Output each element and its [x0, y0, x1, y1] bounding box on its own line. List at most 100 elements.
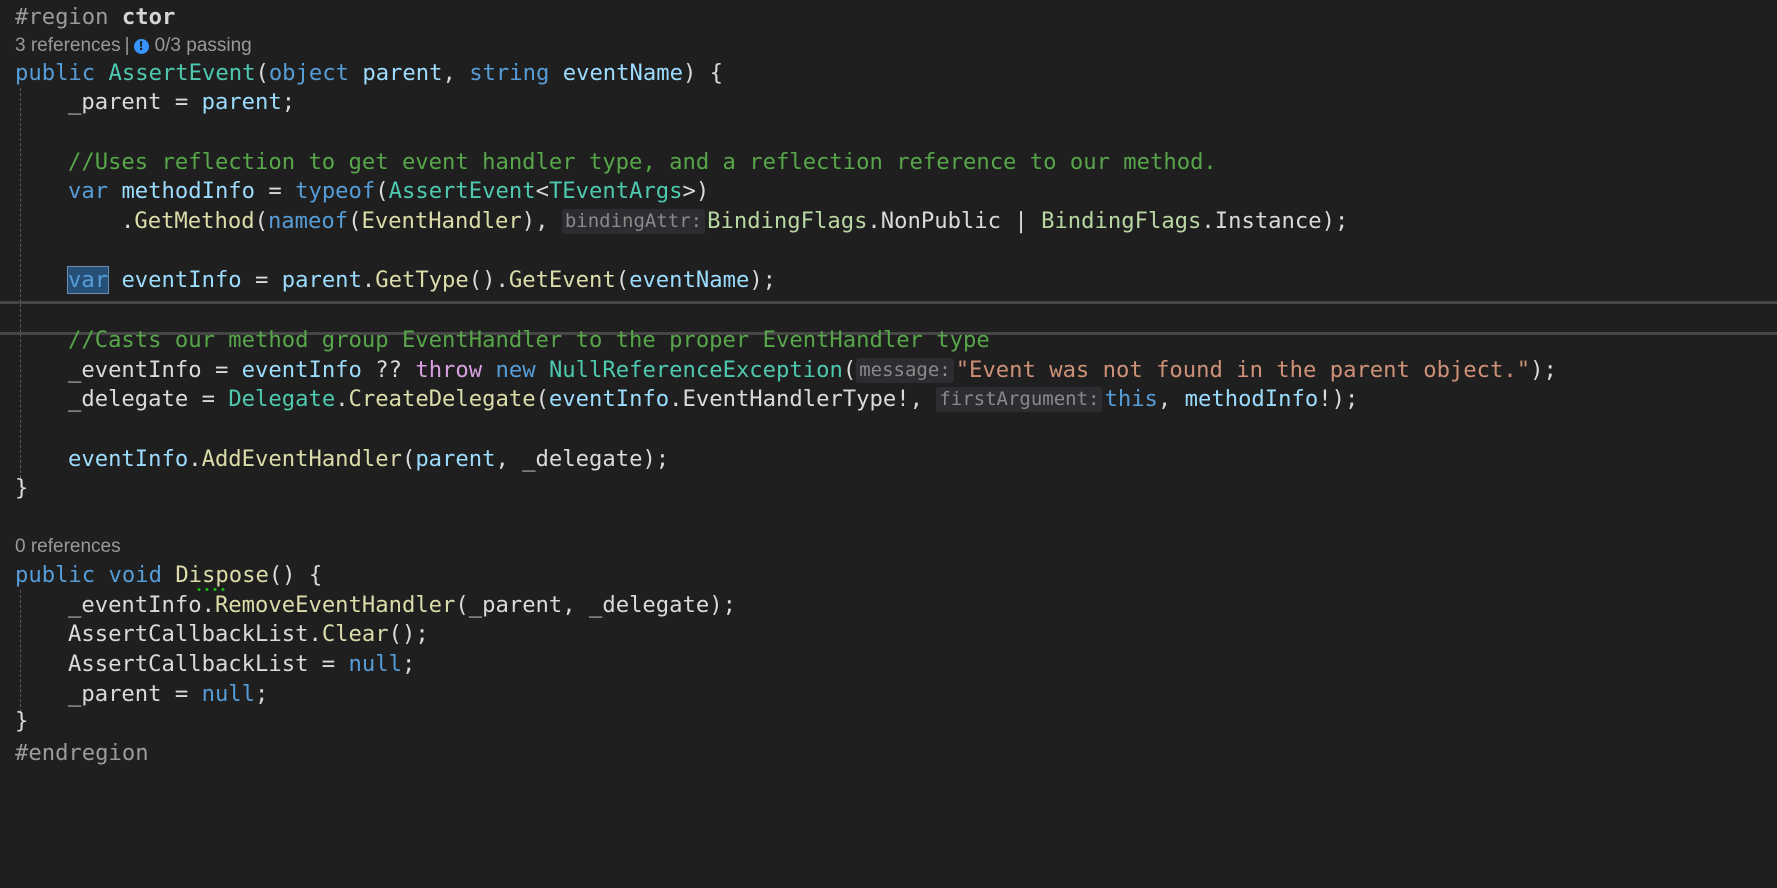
local-methodinfo: methodInfo [121, 178, 256, 204]
remove-handler-line[interactable]: _eventInfo.RemoveEventHandler(_parent, _… [68, 590, 736, 620]
dot: . [335, 386, 349, 412]
operator: = [255, 178, 296, 204]
parens-semicolon: (); [388, 621, 429, 647]
throw-line[interactable]: _eventInfo = eventInfo ?? throw new Null… [68, 355, 1557, 385]
inlay-hint-firstargument: firstArgument: [936, 387, 1103, 412]
comment-casts[interactable]: //Casts our method group EventHandler to… [68, 325, 990, 355]
field-parent: _parent [68, 681, 162, 707]
param-eventname: eventName [629, 267, 750, 293]
param-parent: parent [281, 267, 362, 293]
dispose-signature-line[interactable]: public void Dispose() { [15, 560, 322, 590]
paren: ( [375, 178, 389, 204]
param-parent: parent [415, 446, 496, 472]
type-nullreferenceexception: NullReferenceException [548, 357, 843, 383]
getmethod-line[interactable]: .GetMethod(nameof(EventHandler), binding… [121, 206, 1348, 236]
semicolon: ; [255, 681, 269, 707]
indent-guide-dispose [20, 590, 21, 712]
eventinfo-line[interactable]: var eventInfo = parent.GetType().GetEven… [66, 265, 776, 295]
method-dispose: Dispose [175, 562, 269, 588]
local-eventinfo: eventInfo [548, 386, 670, 412]
dot: . [361, 267, 376, 293]
operator: = [241, 267, 282, 293]
parens-brace: () { [268, 562, 323, 588]
clear-line[interactable]: AssertCallbackList.Clear(); [68, 619, 429, 649]
paren-semicolon: ); [1321, 208, 1349, 234]
method-createdelegate: CreateDelegate [348, 386, 536, 412]
codelens-dispose: 0 references [15, 535, 121, 559]
keyword-void: void [108, 562, 162, 588]
keyword-typeof: typeof [295, 178, 376, 204]
paren-semicolon: ); [709, 592, 736, 618]
dispose-close-brace[interactable]: } [15, 706, 28, 736]
method-getevent: GetEvent [508, 267, 616, 293]
method-gettype: GetType [375, 267, 469, 293]
references-link[interactable]: 0 references [15, 536, 121, 557]
dot: . [1201, 208, 1215, 234]
method-getmethod: GetMethod [134, 208, 255, 234]
ctor-close-brace[interactable]: } [15, 473, 28, 503]
angle-open: < [535, 178, 549, 204]
parent-assign-line[interactable]: _parent = parent; [68, 87, 295, 117]
inlay-hint-bindingattr: bindingAttr: [561, 209, 706, 234]
field-delegate: _delegate [522, 446, 643, 472]
enum-member-nonpublic: NonPublic [880, 208, 1002, 234]
code-editor[interactable]: #region ctor 3 references |! 0/3 passing p… [0, 0, 1777, 888]
field-eventinfo: _eventInfo [68, 592, 202, 618]
property-eventhandlertype: EventHandlerType [682, 386, 897, 412]
property-assertcallbacklist: AssertCallbackList [68, 651, 309, 677]
field-delegate: _delegate [589, 592, 710, 618]
delegate-line[interactable]: _delegate = Delegate.CreateDelegate(even… [68, 384, 1358, 414]
method-eventhandler: EventHandler [361, 208, 522, 234]
comma: , [442, 60, 456, 86]
tests-passing-link[interactable]: 0/3 passing [155, 35, 252, 56]
keyword-var-selected[interactable]: var [66, 266, 110, 294]
semicolon: ; [401, 651, 416, 677]
type-assertevent: AssertEvent [388, 178, 536, 204]
angle-close: > [682, 178, 696, 204]
region-start-line[interactable]: #region ctor [15, 2, 175, 32]
param-parent: parent [362, 60, 443, 86]
region-end-line[interactable]: #endregion [15, 738, 149, 768]
method-addeventhandler: AddEventHandler [201, 446, 402, 472]
paren: ( [401, 446, 416, 472]
operator-or: | [1001, 208, 1042, 234]
codelens-ctor: 3 references |! 0/3 passing [15, 34, 252, 58]
parens: () [468, 267, 496, 293]
ctor-signature-line[interactable]: public AssertEvent(object parent, string… [15, 58, 723, 88]
field-eventinfo: _eventInfo [68, 357, 202, 383]
paren: ( [615, 267, 630, 293]
keyword-this: this [1104, 386, 1158, 412]
paren: ( [535, 386, 549, 412]
type-arg: TEventArgs [548, 178, 683, 204]
codelens-separator: | [124, 35, 130, 56]
paren: ( [255, 60, 269, 86]
references-link[interactable]: 3 references [15, 35, 121, 56]
operator: = [308, 651, 349, 677]
method-removeeventhandler: RemoveEventHandler [214, 592, 456, 618]
dot: . [121, 208, 135, 234]
paren-semicolon: ); [1530, 357, 1557, 383]
region-name: ctor [121, 4, 176, 30]
local-eventinfo: eventInfo [241, 357, 362, 383]
addhandler-line[interactable]: eventInfo.AddEventHandler(parent, _deleg… [68, 444, 669, 474]
paren-semicolon: ); [642, 446, 670, 472]
paren-comma: ), [521, 208, 549, 234]
enum-bindingflags: BindingFlags [1041, 208, 1202, 234]
keyword-public: public [15, 562, 96, 588]
methodinfo-line[interactable]: var methodInfo = typeof(AssertEvent<TEve… [68, 176, 709, 206]
comma: , [562, 592, 589, 618]
keyword-var: var [68, 178, 109, 204]
parent-null-line[interactable]: _parent = null; [68, 679, 268, 709]
operator: = [188, 386, 229, 412]
dot: . [669, 386, 683, 412]
keyword-null: null [201, 681, 256, 707]
operator: = [201, 357, 242, 383]
dot: . [308, 621, 322, 647]
string-literal: "Event was not found in the parent objec… [955, 357, 1531, 383]
list-null-line[interactable]: AssertCallbackList = null; [68, 649, 415, 679]
param-eventname: eventName [562, 60, 683, 86]
paren: ( [842, 357, 857, 383]
comment-reflection[interactable]: //Uses reflection to get event handler t… [68, 147, 1217, 177]
keyword-nameof: nameof [267, 208, 349, 234]
operator-coalesce: ?? [361, 357, 416, 383]
